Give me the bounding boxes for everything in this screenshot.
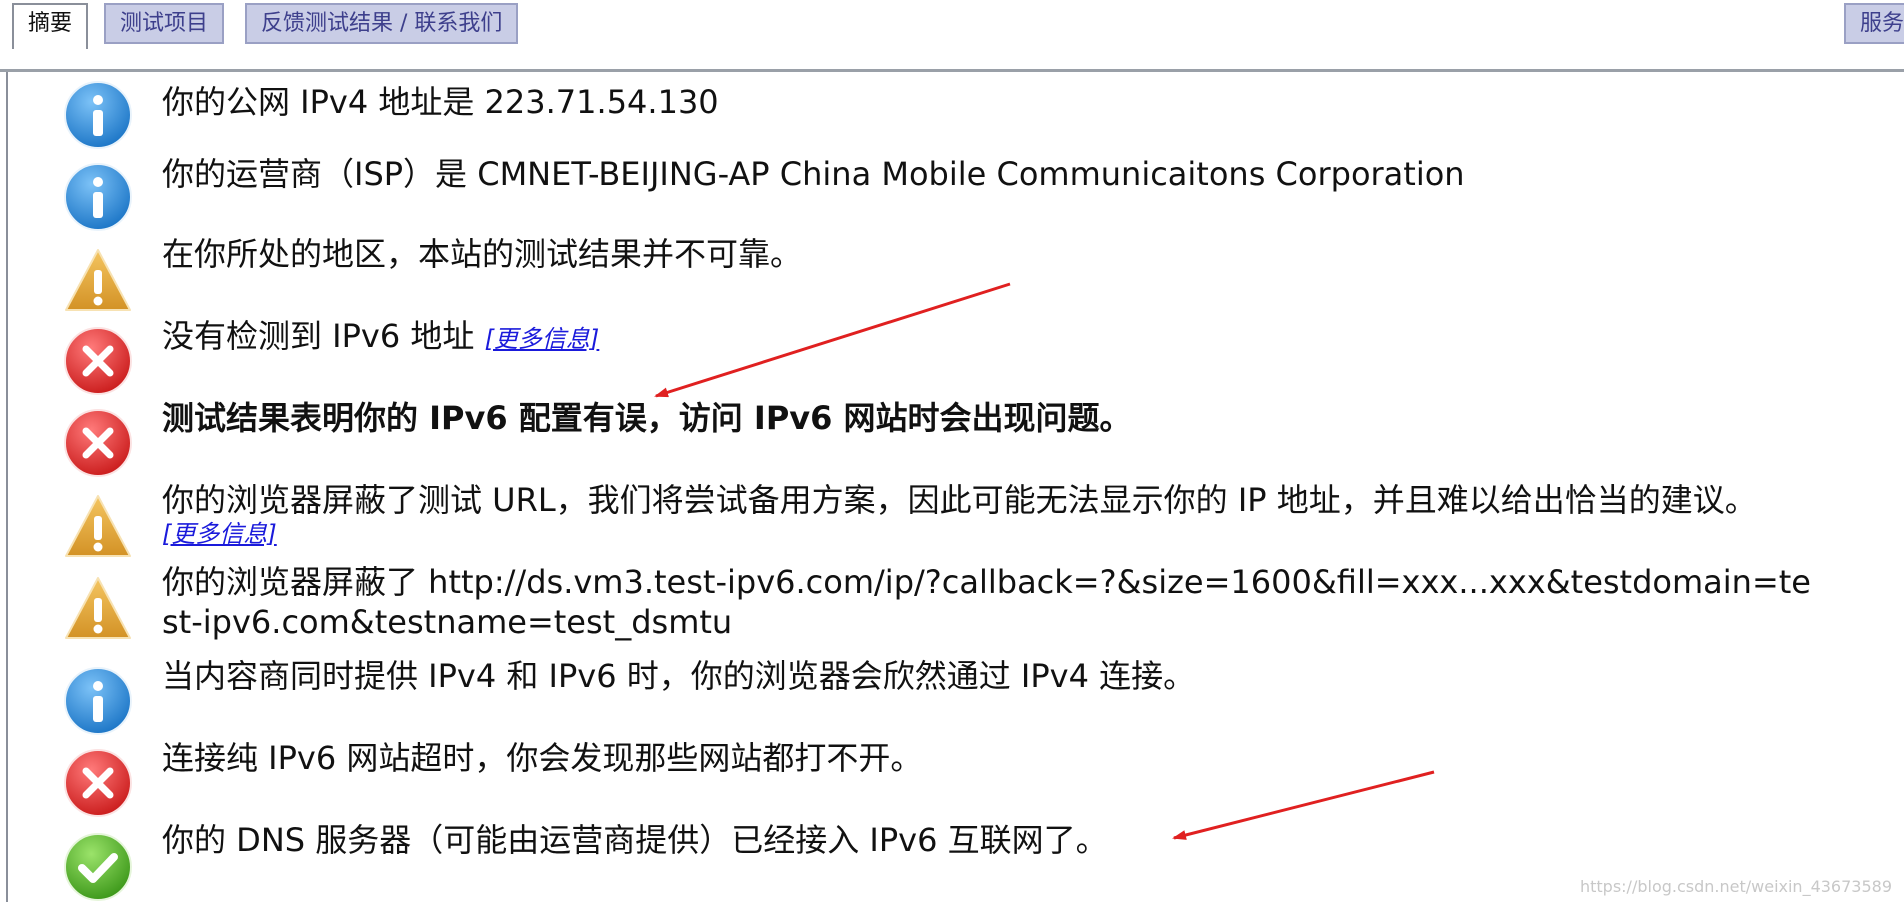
more-info-link[interactable]: [更多信息] [485,325,600,353]
result-text: 当内容商同时提供 IPv4 和 IPv6 时，你的浏览器会欣然通过 IPv4 连… [162,657,1196,695]
warning-icon [63,574,133,644]
info-icon [63,80,133,150]
warning-icon [63,492,133,562]
results-list: 你的公网 IPv4 地址是 223.71.54.130 你的运营商（ISP）是 … [6,72,1904,902]
warning-icon [63,246,133,316]
result-text: 你的公网 IPv4 地址是 223.71.54.130 [162,83,719,121]
more-info-link[interactable]: [更多信息] [162,520,1904,548]
result-text: 测试结果表明你的 IPv6 配置有误，访问 IPv6 网站时会出现问题。 [162,399,1132,437]
info-icon [63,162,133,232]
result-text: 没有检测到 IPv6 地址 [更多信息] [162,317,600,355]
tab-test-items[interactable]: 测试项目 [104,3,225,44]
tab-summary[interactable]: 摘要 [12,3,89,49]
tab-services[interactable]: 服务 [1844,3,1904,44]
result-text: 连接纯 IPv6 网站超时，你会发现那些网站都打不开。 [162,739,923,777]
result-text: 你的浏览器屏蔽了 http://ds.vm3.test-ipv6.com/ip/… [162,563,1811,641]
watermark: https://blog.csdn.net/weixin_43673589 [1579,877,1892,896]
result-text: 在你所处的地区，本站的测试结果并不可靠。 [162,235,803,273]
info-icon [63,666,133,736]
error-icon [63,748,133,818]
tab-feedback-contact[interactable]: 反馈测试结果 / 联系我们 [245,3,519,44]
result-text: 你的 DNS 服务器（可能由运营商提供）已经接入 IPv6 互联网了。 [162,821,1108,859]
error-icon [63,408,133,478]
checkmark-icon [63,832,133,902]
tab-bar: 摘要 测试项目 反馈测试结果 / 联系我们 服务 [0,0,1904,72]
result-text: 你的浏览器屏蔽了测试 URL，我们将尝试备用方案，因此可能无法显示你的 IP 地… [162,480,1904,548]
error-icon [63,326,133,396]
result-text: 你的运营商（ISP）是 CMNET-BEIJING-AP China Mobil… [162,155,1465,193]
